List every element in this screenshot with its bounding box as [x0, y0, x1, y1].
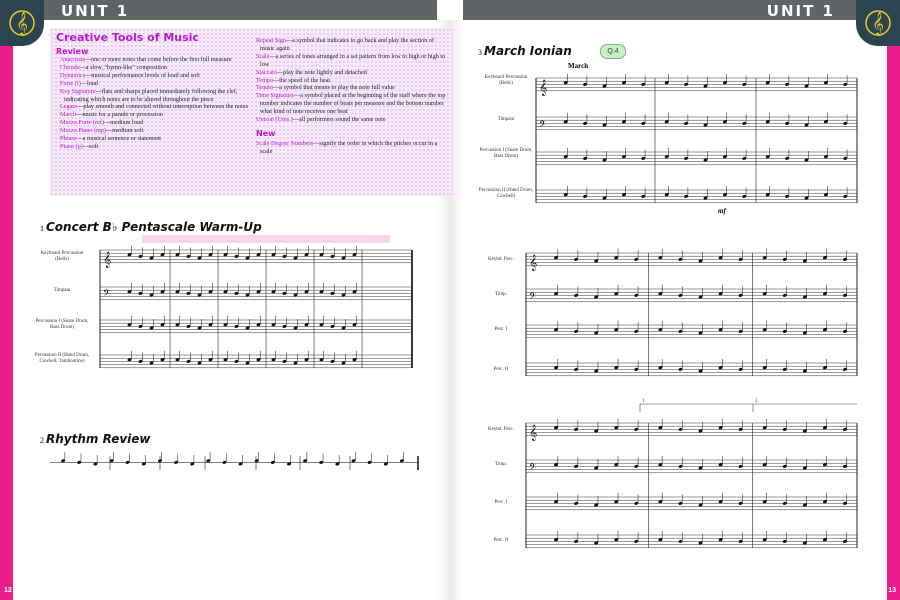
audio-track-badge[interactable]: Q.4: [600, 44, 626, 59]
exercise-1-score: 𝄞 𝄢 𝄞 𝄢 𝄞 𝄢 𝄞 𝄢: [50, 73, 858, 549]
tempo-marking: March: [568, 62, 589, 70]
measure-number-band: [142, 235, 390, 243]
second-ending-label: 2.: [755, 399, 759, 404]
part-label: Timp.: [495, 462, 507, 467]
exercise-2-title: 2 Rhythm Review: [40, 432, 151, 446]
part-label: Keybd. Perc.: [488, 257, 514, 262]
clef-icon: 𝄢: [539, 119, 546, 132]
clef-icon: 𝄞: [103, 252, 111, 268]
part-label: Perc. II: [493, 538, 509, 543]
clef-icon: 𝄢: [529, 291, 536, 304]
clef-icon: 𝄢: [103, 288, 110, 301]
clef-icon: 𝄞: [529, 255, 537, 271]
clef-icon: 𝄞: [529, 425, 537, 441]
part-label: Keybd. Perc.: [488, 427, 514, 432]
part-label: Perc. I: [494, 500, 508, 505]
part-label: Percussion I (Snare Drum, Bass Drum): [479, 148, 533, 159]
part-label: Perc. II: [493, 367, 509, 372]
part-label: Keyboard Percussion (Bells): [484, 75, 528, 86]
part-label: Timpani: [497, 117, 515, 122]
part-label: Perc. I: [494, 327, 508, 332]
part-label: Timp.: [495, 292, 507, 297]
part-label: Percussion II (Hand Drum, Cowbell): [478, 188, 534, 199]
exercise-3-title: 3 March Ionian: [478, 44, 572, 58]
first-ending-label: 1.: [642, 399, 646, 404]
clef-icon: 𝄢: [529, 462, 536, 475]
dynamic-marking: mf: [718, 207, 726, 215]
clef-icon: 𝄞: [539, 80, 547, 96]
